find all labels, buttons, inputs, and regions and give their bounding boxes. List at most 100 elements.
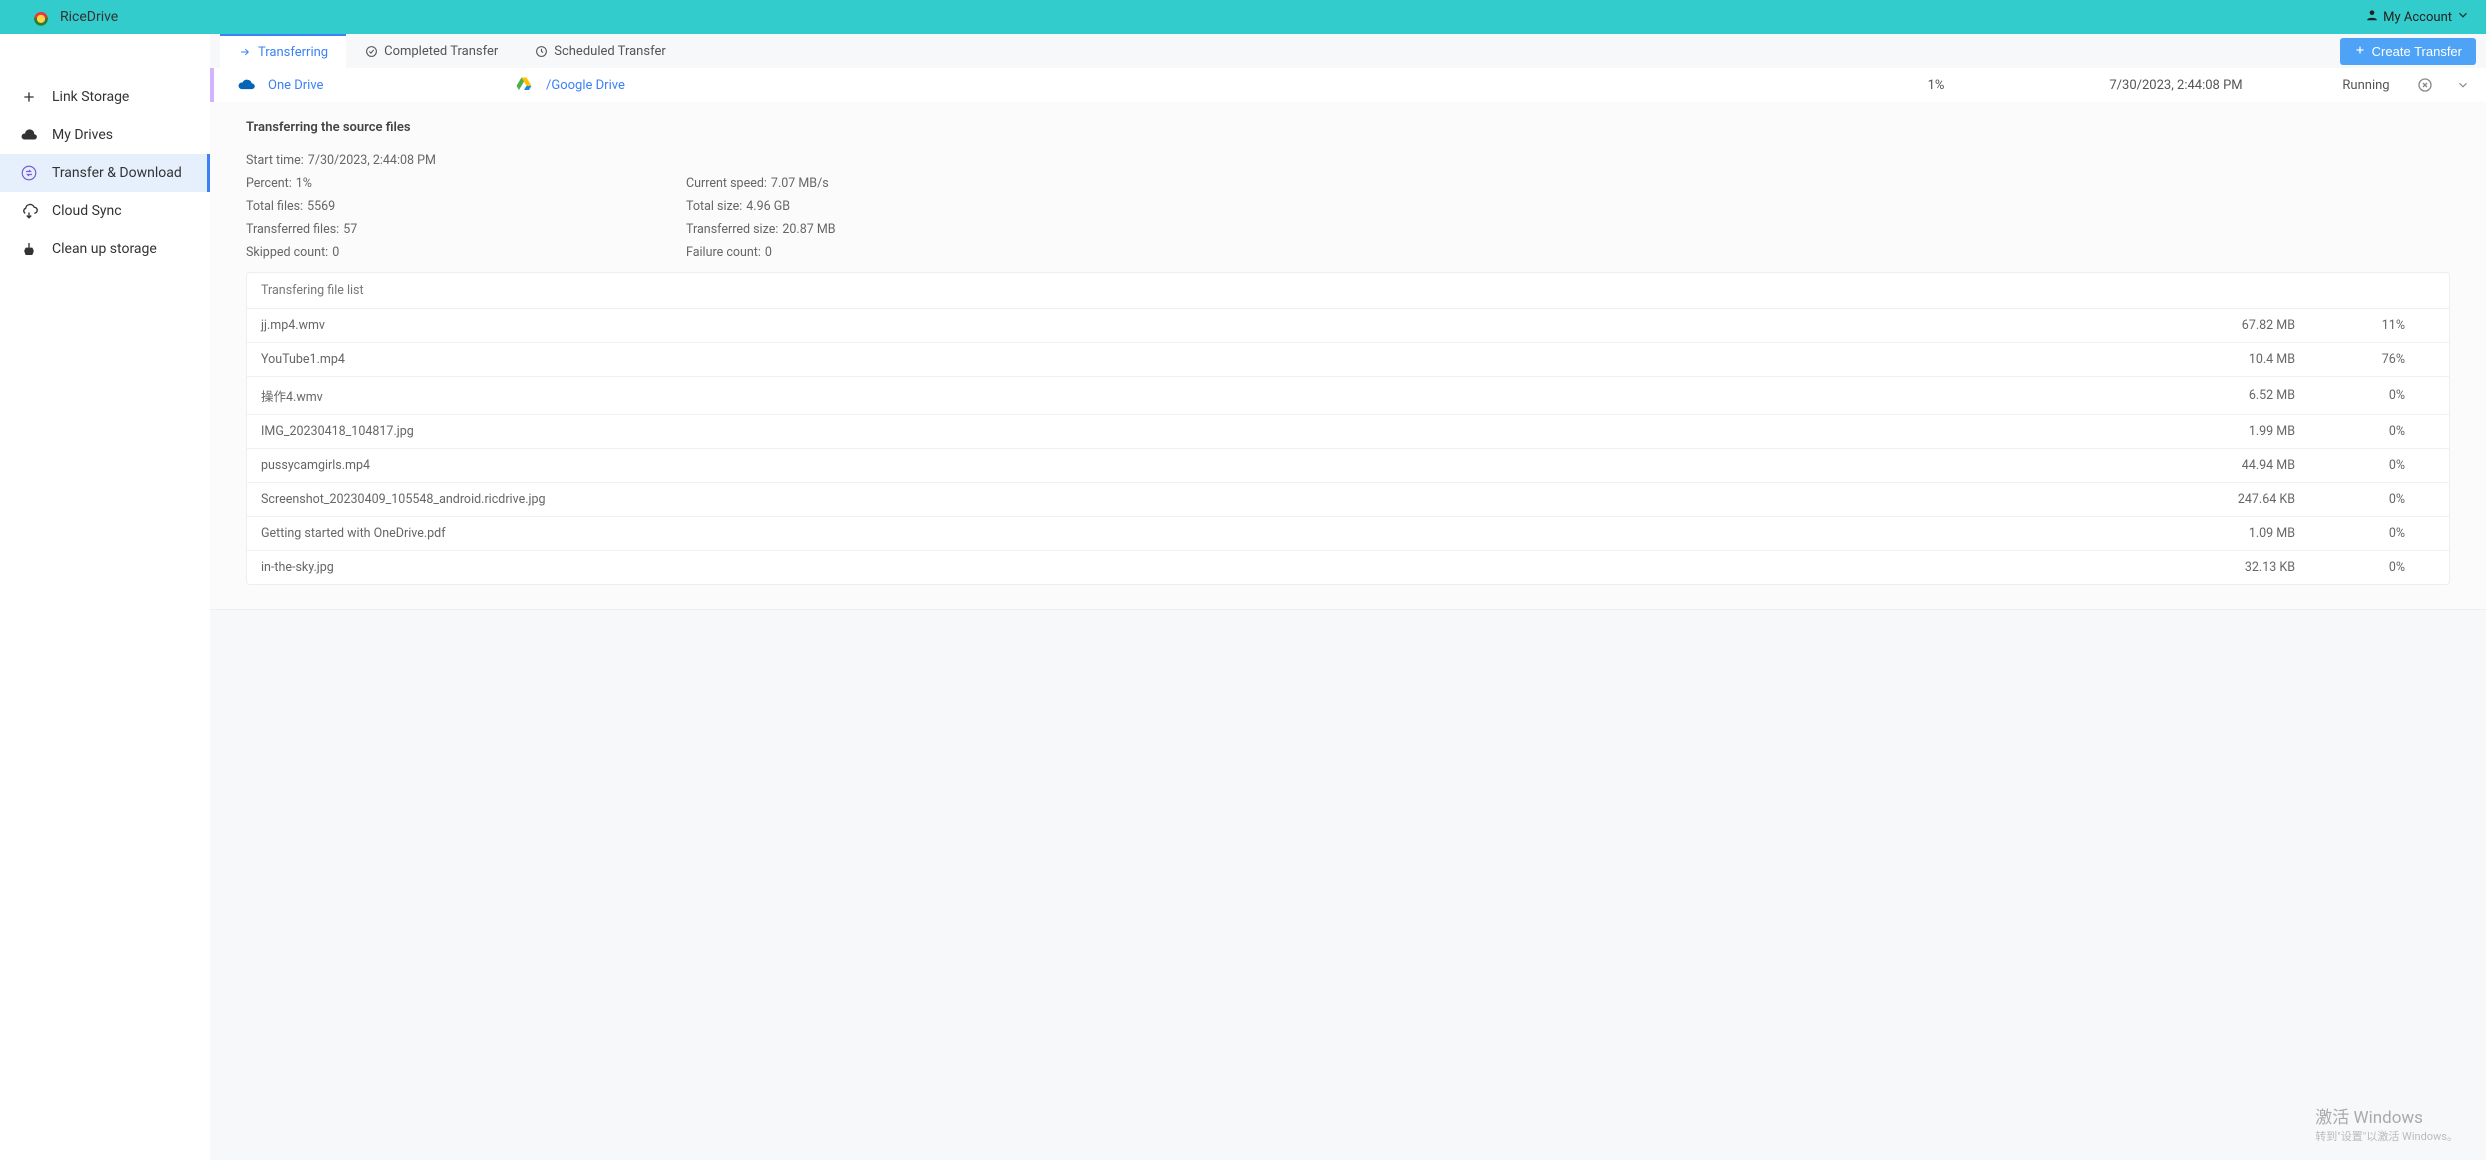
file-percent: 0%	[2335, 560, 2435, 575]
file-size: 10.4 MB	[2195, 352, 2335, 367]
file-percent: 0%	[2335, 458, 2435, 473]
app-header: RiceDrive My Account	[0, 0, 2486, 34]
broom-icon	[20, 240, 38, 258]
file-percent: 11%	[2335, 318, 2435, 333]
file-row: jj.mp4.wmv67.82 MB11%	[247, 309, 2449, 343]
file-size: 44.94 MB	[2195, 458, 2335, 473]
file-name: jj.mp4.wmv	[261, 318, 2195, 333]
tab-label: Transferring	[258, 45, 328, 60]
sidebar-item-transfer-download[interactable]: Transfer & Download	[0, 154, 210, 192]
create-transfer-label: Create Transfer	[2372, 44, 2462, 59]
file-row: pussycamgirls.mp444.94 MB0%	[247, 449, 2449, 483]
create-transfer-button[interactable]: Create Transfer	[2340, 38, 2476, 65]
transfer-details: Transferring the source files Start time…	[210, 102, 2486, 610]
account-label: My Account	[2383, 10, 2452, 25]
details-title: Transferring the source files	[246, 120, 2450, 135]
stat-value: 7.07 MB/s	[771, 176, 829, 191]
brand-logo-icon	[30, 6, 52, 28]
stat-value: 57	[343, 222, 357, 237]
file-list: Transfering file list jj.mp4.wmv67.82 MB…	[246, 272, 2450, 585]
file-size: 6.52 MB	[2195, 388, 2335, 403]
file-row: Screenshot_20230409_105548_android.ricdr…	[247, 483, 2449, 517]
stat-label: Transferred size:	[686, 222, 778, 237]
sidebar-item-label: Clean up storage	[52, 241, 157, 257]
google-drive-icon	[514, 75, 534, 95]
sidebar-item-my-drives[interactable]: My Drives	[0, 116, 210, 154]
stat-value: 0	[332, 245, 339, 260]
brand-name: RiceDrive	[60, 9, 118, 25]
brand: RiceDrive	[30, 6, 118, 28]
file-name: Getting started with OneDrive.pdf	[261, 526, 2195, 541]
account-menu[interactable]: My Account	[2365, 8, 2470, 26]
file-name: Screenshot_20230409_105548_android.ricdr…	[261, 492, 2195, 507]
tab-scheduled[interactable]: Scheduled Transfer	[516, 34, 684, 68]
sidebar-item-cleanup[interactable]: Clean up storage	[0, 230, 210, 268]
sidebar-item-label: Transfer & Download	[52, 165, 182, 181]
file-size: 247.64 KB	[2195, 492, 2335, 507]
tab-bar: Transferring Completed Transfer Schedule…	[210, 34, 2486, 68]
file-percent: 0%	[2335, 388, 2435, 403]
source-drive-link[interactable]: One Drive	[268, 78, 323, 93]
sidebar-item-link-storage[interactable]: Link Storage	[0, 78, 210, 116]
file-percent: 0%	[2335, 526, 2435, 541]
activation-watermark: 激活 Windows 转到"设置"以激活 Windows。	[2315, 1103, 2458, 1144]
stat-label: Start time:	[246, 153, 304, 168]
stat-label: Percent:	[246, 176, 292, 191]
sidebar: Link Storage My Drives Transfer & Downlo…	[0, 34, 210, 1160]
plus-icon	[20, 88, 38, 106]
sidebar-item-label: Link Storage	[52, 89, 129, 105]
stat-label: Skipped count:	[246, 245, 328, 260]
file-name: YouTube1.mp4	[261, 352, 2195, 367]
sidebar-item-label: My Drives	[52, 127, 113, 143]
job-percent: 1%	[1836, 78, 2036, 93]
main-panel: Transferring Completed Transfer Schedule…	[210, 34, 2486, 1160]
chevron-down-icon	[2456, 8, 2470, 26]
stat-label: Failure count:	[686, 245, 761, 260]
stat-value: 20.87 MB	[782, 222, 835, 237]
arrow-right-icon	[238, 45, 252, 59]
file-row: Getting started with OneDrive.pdf1.09 MB…	[247, 517, 2449, 551]
watermark-line2: 转到"设置"以激活 Windows。	[2315, 1128, 2458, 1144]
tab-transferring[interactable]: Transferring	[220, 34, 346, 68]
tab-completed[interactable]: Completed Transfer	[346, 34, 516, 68]
stat-value: 0	[765, 245, 772, 260]
file-name: pussycamgirls.mp4	[261, 458, 2195, 473]
stat-label: Total files:	[246, 199, 303, 214]
cancel-job-button[interactable]	[2416, 76, 2434, 94]
file-list-header: Transfering file list	[247, 273, 2449, 309]
dest-drive-link[interactable]: /Google Drive	[546, 78, 625, 93]
plus-icon	[2354, 44, 2366, 59]
sidebar-item-cloud-sync[interactable]: Cloud Sync	[0, 192, 210, 230]
file-name: in-the-sky.jpg	[261, 560, 2195, 575]
file-size: 67.82 MB	[2195, 318, 2335, 333]
file-size: 1.99 MB	[2195, 424, 2335, 439]
transfer-icon	[20, 164, 38, 182]
file-row: in-the-sky.jpg32.13 KB0%	[247, 551, 2449, 584]
stat-label: Transferred files:	[246, 222, 339, 237]
file-size: 32.13 KB	[2195, 560, 2335, 575]
user-icon	[2365, 8, 2379, 26]
clock-icon	[534, 44, 548, 58]
tab-label: Completed Transfer	[384, 44, 498, 59]
file-percent: 76%	[2335, 352, 2435, 367]
file-name: 操作4.wmv	[261, 386, 2195, 405]
stat-value: 7/30/2023, 2:44:08 PM	[308, 153, 436, 168]
file-row: YouTube1.mp410.4 MB76%	[247, 343, 2449, 377]
onedrive-icon	[236, 75, 256, 95]
tab-label: Scheduled Transfer	[554, 44, 666, 59]
check-circle-icon	[364, 44, 378, 58]
stat-value: 4.96 GB	[746, 199, 790, 214]
stat-value: 5569	[307, 199, 335, 214]
file-size: 1.09 MB	[2195, 526, 2335, 541]
file-percent: 0%	[2335, 424, 2435, 439]
file-name: IMG_20230418_104817.jpg	[261, 424, 2195, 439]
file-row: 操作4.wmv6.52 MB0%	[247, 377, 2449, 415]
stat-value: 1%	[296, 176, 312, 191]
file-percent: 0%	[2335, 492, 2435, 507]
watermark-line1: 激活 Windows	[2315, 1103, 2458, 1128]
sync-icon	[20, 202, 38, 220]
collapse-job-button[interactable]	[2454, 76, 2472, 94]
cloud-icon	[20, 126, 38, 144]
sidebar-item-label: Cloud Sync	[52, 203, 122, 219]
transfer-job-row[interactable]: One Drive /Google Drive 1% 7/30/2023, 2:…	[210, 68, 2486, 102]
